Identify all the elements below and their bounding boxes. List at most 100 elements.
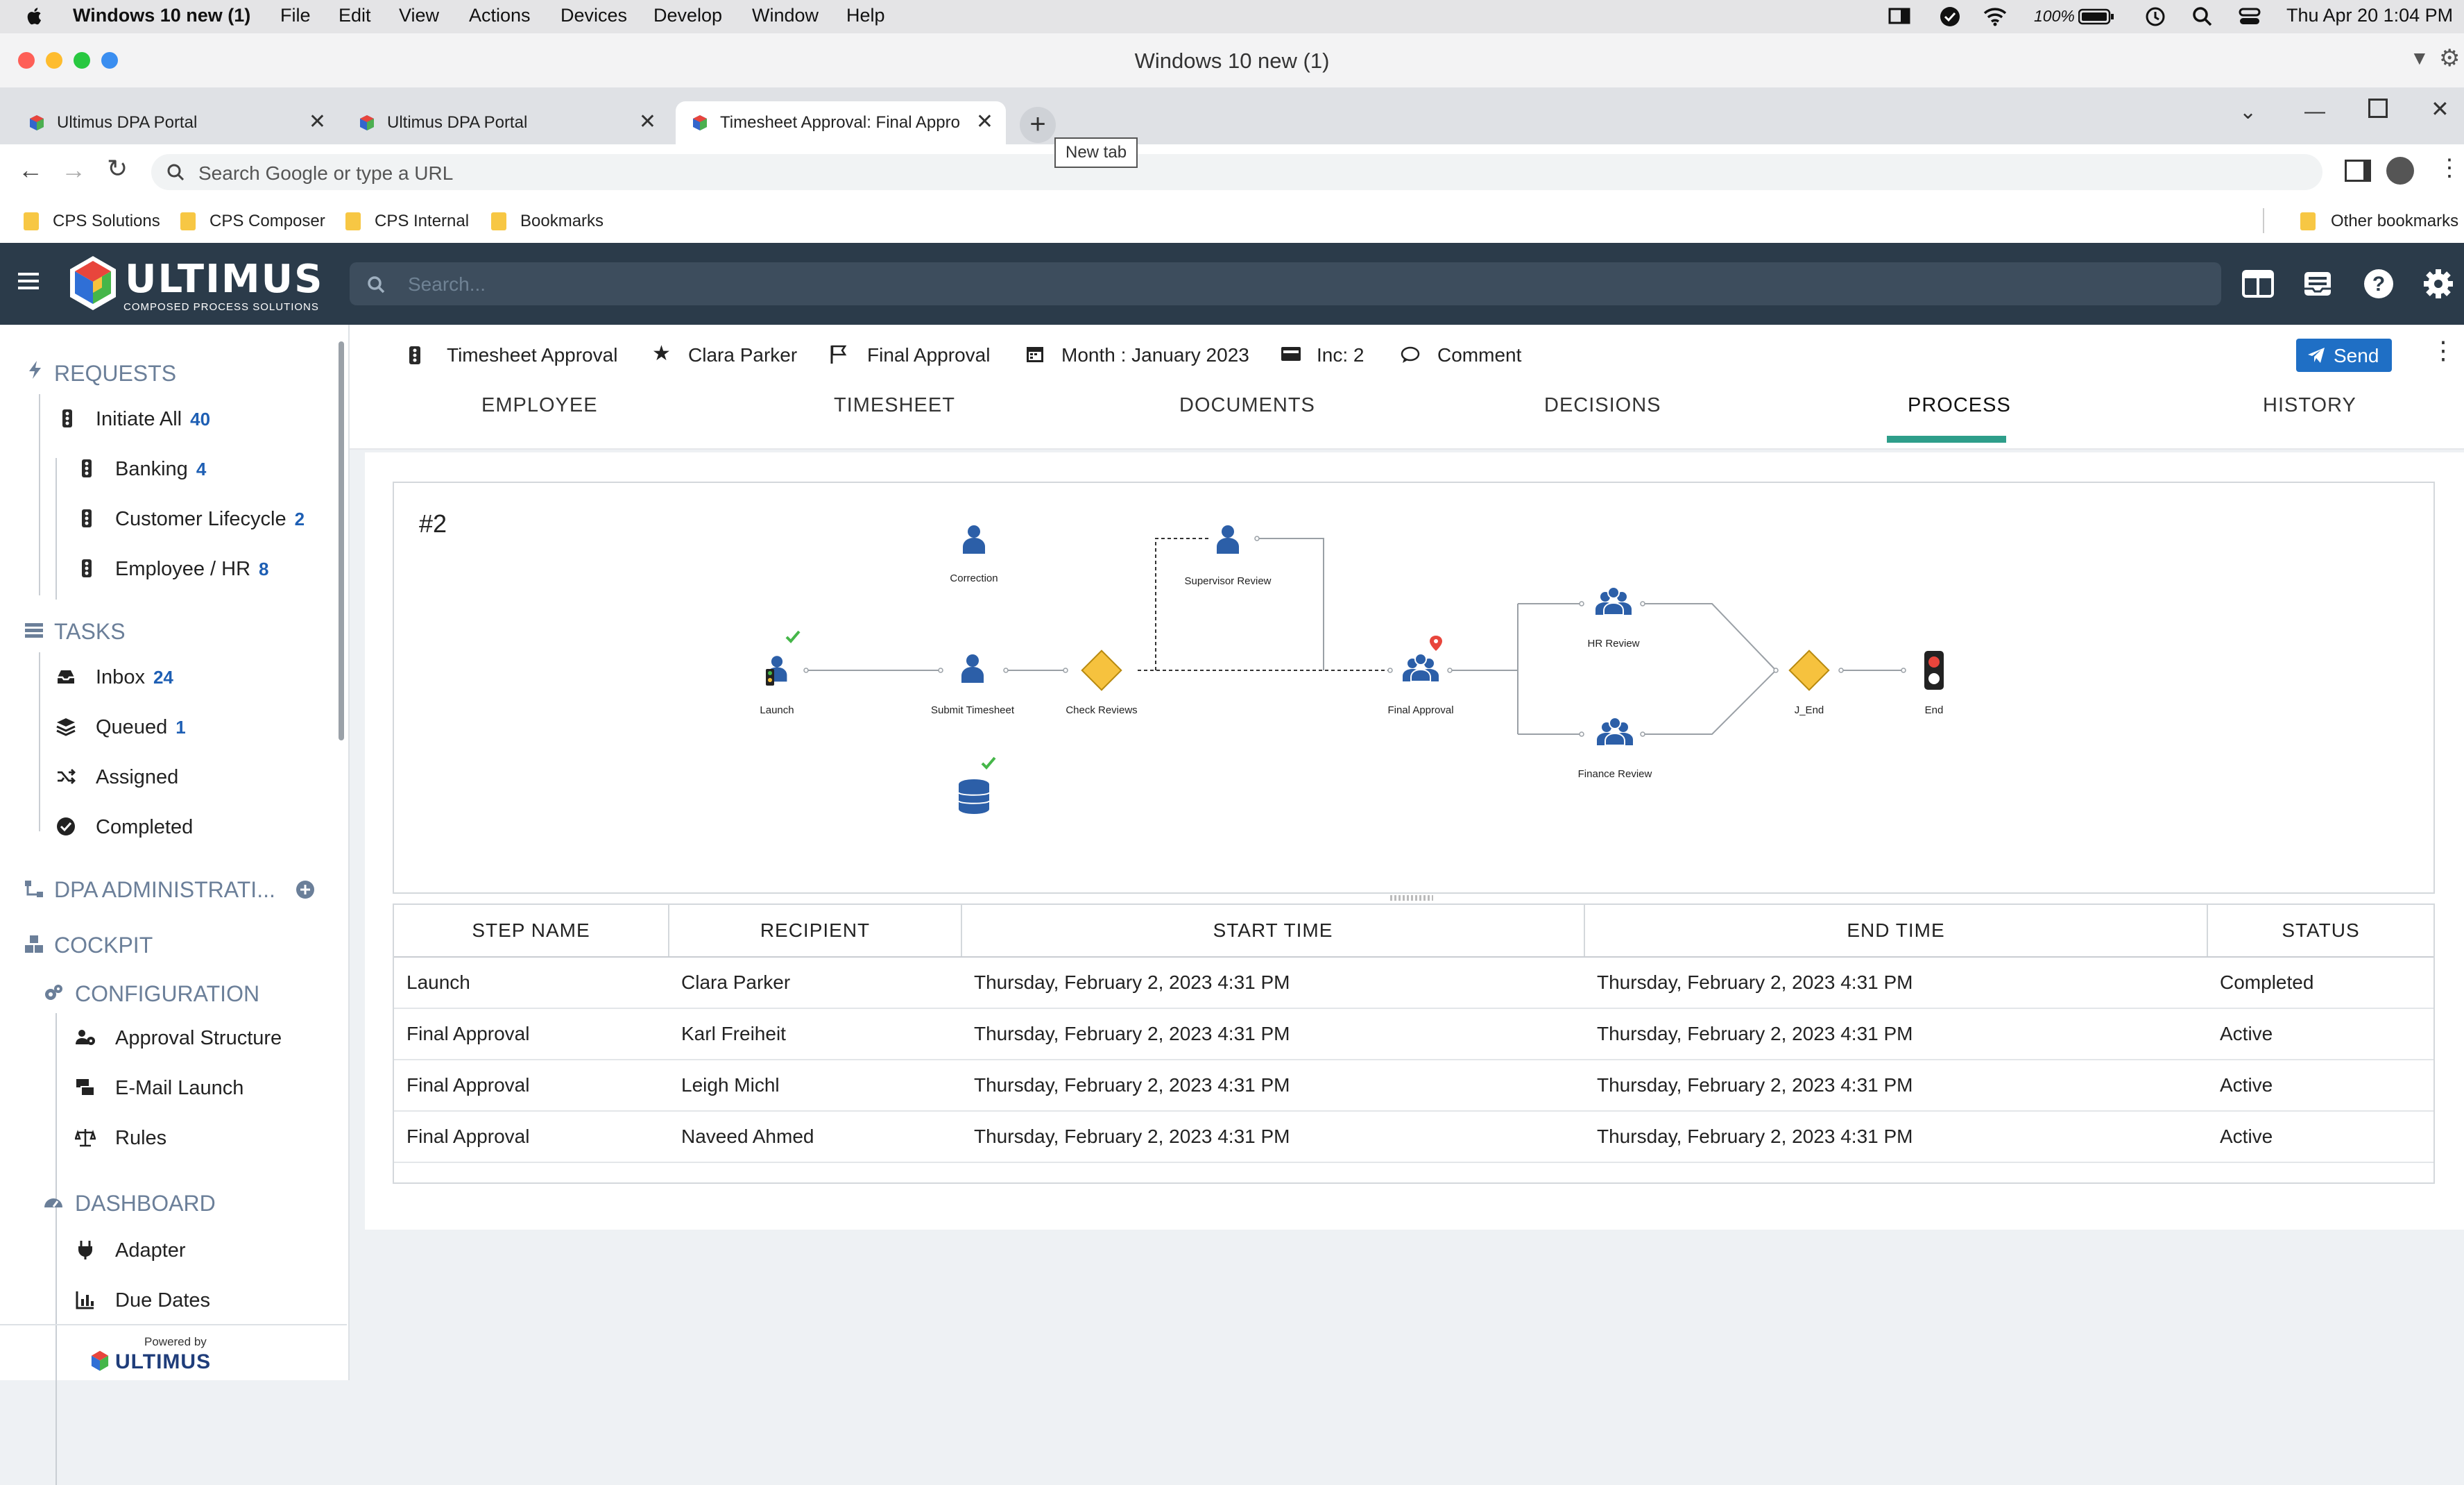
cell-recipient: Clara Parker	[669, 957, 961, 1009]
settings-gear-icon[interactable]	[2422, 268, 2454, 300]
global-search-input[interactable]: Search...	[350, 262, 2221, 305]
help-icon[interactable]: ?	[2363, 268, 2395, 300]
node-check-reviews	[1081, 650, 1122, 691]
screen-mirror-icon[interactable]	[1888, 7, 1913, 26]
table-row[interactable]: Final Approval Leigh Michl Thursday, Feb…	[394, 1060, 2433, 1112]
other-bookmarks[interactable]: Other bookmarks	[2331, 212, 2458, 231]
time-machine-icon[interactable]	[2144, 6, 2167, 28]
comment-button[interactable]: Comment	[1437, 344, 1521, 366]
bookmark-cps-composer[interactable]: CPS Composer	[209, 212, 325, 231]
sidebar-section-dpa-admin[interactable]: DPA ADMINISTRATI...	[54, 877, 275, 903]
node-label-finance: Finance Review	[1578, 768, 1652, 780]
tab-documents[interactable]: DOCUMENTS	[1179, 394, 1315, 417]
maximize-icon[interactable]	[2368, 99, 2388, 118]
tab-search-chevron-icon[interactable]: ⌄	[2239, 100, 2257, 124]
tab-title: Ultimus DPA Portal	[387, 113, 528, 132]
control-center-icon[interactable]	[2238, 6, 2261, 28]
node-label-launch: Launch	[760, 704, 794, 716]
id-card-icon	[1281, 347, 1301, 361]
reload-icon[interactable]: ↻	[107, 154, 128, 183]
node-final-approval	[1402, 636, 1442, 682]
comment-icon[interactable]	[1400, 346, 1421, 365]
browser-tab-active[interactable]: Timesheet Approval: Final Appro ✕	[676, 101, 1006, 144]
wifi-icon[interactable]	[1983, 6, 2008, 26]
spotlight-search-icon[interactable]	[2192, 6, 2213, 27]
browser-menu-icon[interactable]: ⋮	[2438, 154, 2461, 182]
sidebar-item-label: Approval Structure	[115, 1027, 282, 1049]
ultimus-logo-icon[interactable]	[67, 254, 119, 314]
sidebar-item-label: Initiate All	[96, 408, 182, 430]
tab-timesheet[interactable]: TIMESHEET	[834, 394, 955, 417]
dropdown-triangle-icon[interactable]: ▼	[2410, 47, 2429, 69]
table-row[interactable]: Final Approval Naveed Ahmed Thursday, Fe…	[394, 1111, 2433, 1163]
close-tab-icon[interactable]: ✕	[976, 110, 993, 134]
resize-handle[interactable]	[1390, 895, 1433, 901]
minimize-icon[interactable]: —	[2304, 100, 2325, 124]
close-tab-icon[interactable]: ✕	[639, 110, 656, 134]
hamburger-menu-icon[interactable]	[18, 272, 39, 290]
sidebar-section-requests[interactable]: REQUESTS	[54, 361, 176, 387]
sidebar-section-configuration[interactable]: CONFIGURATION	[75, 981, 259, 1007]
tab-history[interactable]: HISTORY	[2263, 394, 2356, 417]
menu-develop[interactable]: Develop	[653, 5, 722, 26]
menu-actions[interactable]: Actions	[469, 5, 531, 26]
count-badge: 24	[153, 667, 173, 688]
sidebar-section-dashboard[interactable]: DASHBOARD	[75, 1191, 216, 1216]
cell-start-time: Thursday, February 2, 2023 4:31 PM	[961, 1008, 1584, 1060]
forward-arrow-icon[interactable]: →	[61, 155, 86, 185]
mac-app-name[interactable]: Windows 10 new (1)	[73, 5, 250, 26]
profile-avatar-icon[interactable]	[2386, 157, 2414, 185]
column-header-status[interactable]: STATUS	[2207, 905, 2433, 958]
sitemap-icon	[25, 881, 43, 897]
browser-tab-1[interactable]: Ultimus DPA Portal ✕	[12, 101, 339, 144]
node-supervisor-review	[1217, 525, 1239, 554]
new-tab-button[interactable]: +	[1020, 107, 1056, 143]
sidebar-scrollbar[interactable]	[339, 341, 344, 740]
apple-icon[interactable]	[25, 6, 43, 26]
column-header-start-time[interactable]: START TIME	[961, 905, 1585, 958]
node-label-correction: Correction	[950, 572, 998, 584]
tab-decisions[interactable]: DECISIONS	[1544, 394, 1661, 417]
column-header-end-time[interactable]: END TIME	[1584, 905, 2208, 958]
cell-recipient: Karl Freiheit	[669, 1008, 961, 1060]
more-options-icon[interactable]: ⋮	[2431, 336, 2456, 365]
table-row[interactable]: Launch Clara Parker Thursday, February 2…	[394, 957, 2433, 1009]
cell-status: Active	[2207, 1060, 2433, 1112]
side-panel-icon[interactable]	[2345, 160, 2371, 182]
bookmark-cps-solutions[interactable]: CPS Solutions	[53, 212, 160, 231]
menu-file[interactable]: File	[280, 5, 311, 26]
tree-line	[55, 458, 57, 600]
menu-window[interactable]: Window	[752, 5, 819, 26]
layout-grid-icon[interactable]	[2242, 269, 2274, 298]
node-end	[1924, 651, 1944, 690]
inbox-tray-icon[interactable]	[2302, 268, 2334, 300]
sidebar-section-cockpit[interactable]: COCKPIT	[54, 933, 153, 958]
battery-icon[interactable]	[2078, 8, 2114, 25]
address-bar[interactable]: Search Google or type a URL	[151, 154, 2322, 190]
logo-text: ULTIMUS	[125, 257, 324, 302]
tab-process[interactable]: PROCESS	[1908, 394, 2011, 417]
close-browser-icon[interactable]: ✕	[2431, 96, 2449, 122]
settings-gear-icon[interactable]: ⚙	[2439, 44, 2460, 72]
checkmark-status-icon[interactable]	[1939, 6, 1961, 28]
node-hr-review	[1595, 586, 1632, 616]
tab-employee[interactable]: EMPLOYEE	[481, 394, 598, 417]
menu-devices[interactable]: Devices	[561, 5, 627, 26]
menu-edit[interactable]: Edit	[339, 5, 371, 26]
back-arrow-icon[interactable]: ←	[18, 155, 43, 185]
bookmark-cps-internal[interactable]: CPS Internal	[375, 212, 469, 231]
table-row[interactable]: Final Approval Karl Freiheit Thursday, F…	[394, 1008, 2433, 1060]
sidebar-item-label: Employee / HR	[115, 558, 251, 580]
dashboard-gauge-icon	[44, 1198, 62, 1207]
column-header-recipient[interactable]: RECIPIENT	[669, 905, 962, 958]
close-tab-icon[interactable]: ✕	[309, 110, 326, 134]
sidebar-section-tasks[interactable]: TASKS	[54, 619, 126, 645]
menu-help[interactable]: Help	[846, 5, 885, 26]
bookmark-bookmarks[interactable]: Bookmarks	[520, 212, 604, 231]
column-header-step-name[interactable]: STEP NAME	[394, 905, 669, 958]
divider	[0, 1324, 347, 1325]
add-circle-icon[interactable]	[296, 880, 315, 899]
send-button[interactable]: Send	[2296, 339, 2392, 372]
browser-tab-2[interactable]: Ultimus DPA Portal ✕	[343, 101, 669, 144]
menu-view[interactable]: View	[399, 5, 439, 26]
